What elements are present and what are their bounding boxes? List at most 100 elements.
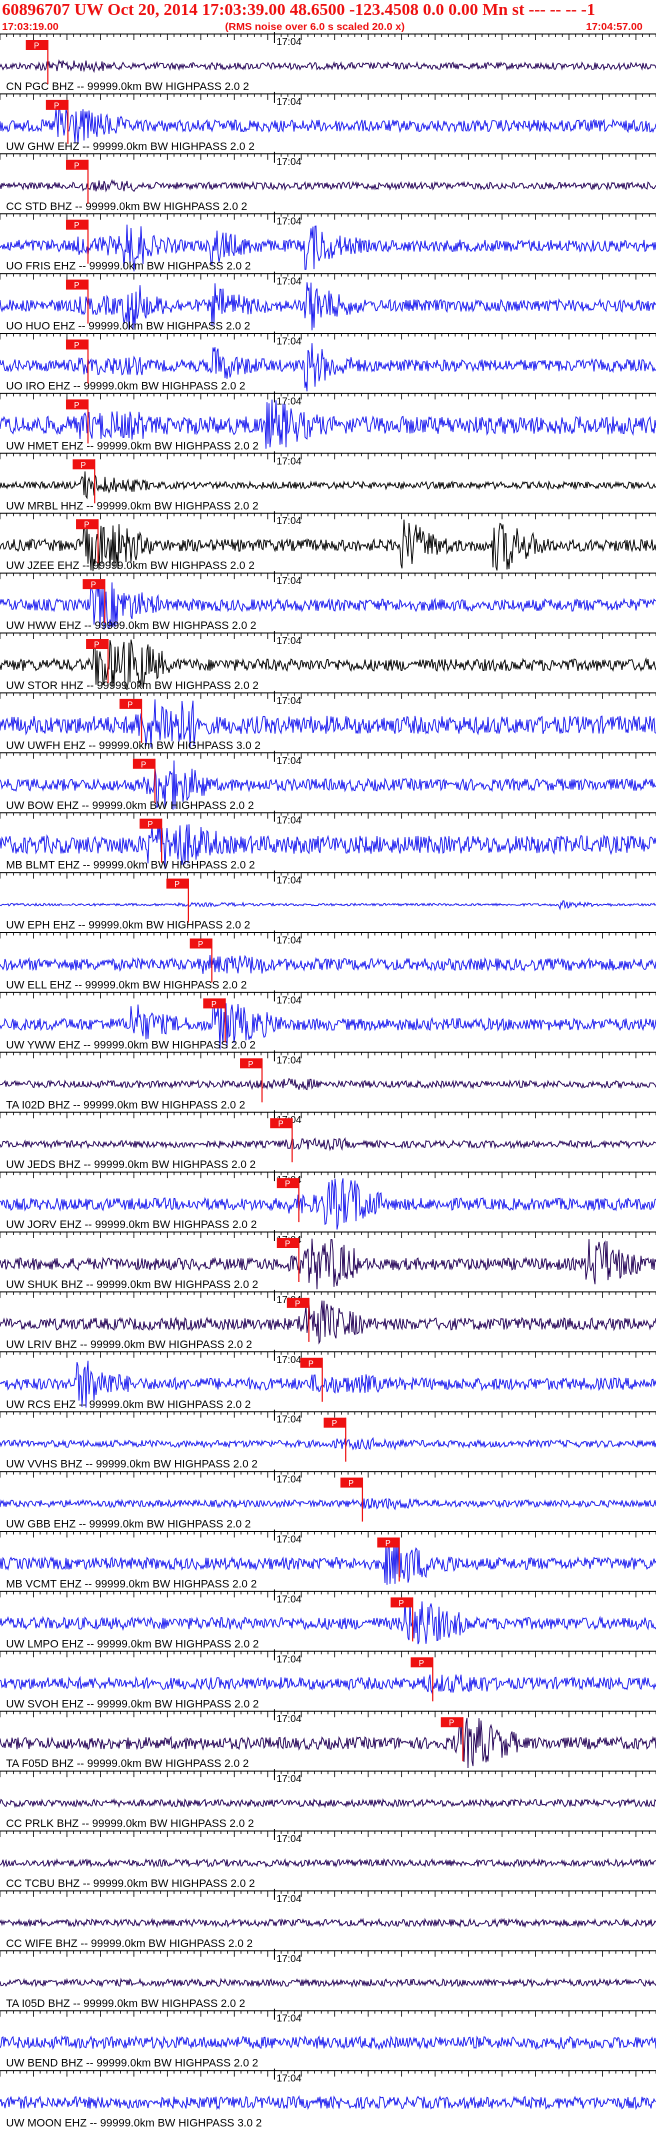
station-label: UW RCS EHZ -- 99999.0km BW HIGHPASS 2.0 … <box>6 1399 251 1411</box>
trace-row: 17:04 CC TCBU BHZ -- 99999.0km BW HIGHPAS… <box>0 1829 656 1890</box>
trace-row: 17:04UW JEDS BHZ -- 99999.0km BW HIGHPAS… <box>0 1110 656 1171</box>
minute-tick-label: 17:04 <box>276 37 301 48</box>
pick-label: P <box>34 42 39 51</box>
minute-tick-label: 17:04 <box>276 1055 301 1066</box>
minute-tick-label: 17:04 <box>276 1475 301 1486</box>
waveform <box>0 1497 656 1511</box>
trace-row: 17:04 UW EPH EHZ -- 99999.0km BW HIGHPASS… <box>0 870 656 932</box>
pick-label: P <box>348 1479 353 1488</box>
minute-tick-label: 17:04 <box>276 876 301 887</box>
trace-row: 17:04 UW BOW EHZ -- 99999.0km BW HIGHPASS… <box>0 750 656 812</box>
trace-row: 17:04 UO HUO EHZ -- 99999.0km BW HIGHPASS… <box>0 271 656 333</box>
pick-label: P <box>399 1599 404 1608</box>
pick-label: P <box>54 101 59 110</box>
station-label: CN PGC BHZ -- 99999.0km BW HIGHPASS 2.0 … <box>6 81 249 93</box>
trace-row: 17:04 CC WIFE BHZ -- 99999.0km BW HIGHPAS… <box>0 1888 656 1950</box>
trace-row: 17:04 UW MRBL HHZ -- 99999.0km BW HIGHPAS… <box>0 451 656 512</box>
waveform <box>0 954 656 974</box>
minute-tick-label: 17:04 <box>276 337 301 348</box>
waveform <box>0 1977 656 1988</box>
waveform <box>0 59 656 74</box>
station-label: UW EPH EHZ -- 99999.0km BW HIGHPASS 2.0 … <box>6 920 250 932</box>
station-label: UW GBB EHZ -- 99999.0km BW HIGHPASS 2.0 … <box>6 1519 251 1531</box>
station-label: UO IRO EHZ -- 99999.0km BW HIGHPASS 2.0 … <box>6 381 245 393</box>
minute-tick-label: 17:04 <box>276 816 301 827</box>
station-label: UW SHUK BHZ -- 99999.0km BW HIGHPASS 2.0… <box>6 1279 258 1291</box>
waveform <box>0 1917 656 1929</box>
waveform <box>0 1300 656 1345</box>
minute-tick-label: 17:04 <box>276 456 301 467</box>
trace-row: 17:04 UW HWW EHZ -- 99999.0km BW HIGHPASS… <box>0 571 656 632</box>
waveform <box>0 2035 656 2051</box>
waveform <box>0 1857 656 1869</box>
station-label: UW HMET EHZ -- 99999.0km BW HIGHPASS 2.0… <box>6 440 259 452</box>
trace-row: 17:04 UW VVHS BHZ -- 99999.0km BW HIGHPAS… <box>0 1409 656 1471</box>
trace-row: 17:04UW LRIV BHZ -- 99999.0km BW HIGHPAS… <box>0 1289 656 1351</box>
waveform <box>0 178 656 193</box>
waveform <box>0 1437 656 1451</box>
minute-tick-label: 17:04 <box>276 696 301 707</box>
station-label: CC PRLK BHZ -- 99999.0km BW HIGHPASS 2.0… <box>6 1818 254 1830</box>
station-label: UO FRIS EHZ -- 99999.0km BW HIGHPASS 2.0… <box>6 261 251 273</box>
waveform <box>0 900 656 911</box>
trace-row: 17:04 UW SVOH EHZ -- 99999.0km BW HIGHPAS… <box>0 1649 656 1710</box>
minute-tick-label: 17:04 <box>276 1834 301 1845</box>
station-label: UW LRIV BHZ -- 99999.0km BW HIGHPASS 2.0… <box>6 1339 252 1351</box>
pick-label: P <box>449 1719 454 1728</box>
seismogram-page: { "header": { "title": "60896707 UW Oct … <box>0 0 656 2138</box>
station-label: CC WIFE BHZ -- 99999.0km BW HIGHPASS 2.0… <box>6 1938 253 1950</box>
trace-row: 17:04 TA F05D BHZ -- 99999.0km BW HIGHPAS… <box>0 1709 656 1770</box>
station-label: UW MRBL HHZ -- 99999.0km BW HIGHPASS 2.0… <box>6 500 258 512</box>
trace-row: 17:04 UW RCS EHZ -- 99999.0km BW HIGHPASS… <box>0 1349 656 1411</box>
station-label: UW JORV EHZ -- 99999.0km BW HIGHPASS 2.0… <box>6 1219 257 1231</box>
waveform <box>0 2095 656 2111</box>
pick-label: P <box>285 1240 290 1249</box>
waveform <box>0 1674 656 1695</box>
trace-row: 17:04UW JORV EHZ -- 99999.0km BW HIGHPAS… <box>0 1170 656 1231</box>
station-label: UO HUO EHZ -- 99999.0km BW HIGHPASS 2.0 … <box>6 321 250 333</box>
pick-label: P <box>81 461 86 470</box>
pick-label: P <box>198 940 203 949</box>
pick-label: P <box>308 1359 313 1368</box>
minute-tick-label: 17:04 <box>276 1355 301 1366</box>
station-label: TA F05D BHZ -- 99999.0km BW HIGHPASS 2.0… <box>6 1758 249 1770</box>
trace-row: 17:04 TA I05D BHZ -- 99999.0km BW HIGHPAS… <box>0 1948 656 2010</box>
minute-tick-label: 17:04 <box>276 157 301 168</box>
station-label: UW JEDS BHZ -- 99999.0km BW HIGHPASS 2.0… <box>6 1159 256 1171</box>
waveform <box>0 1798 656 1809</box>
station-label: CC TCBU BHZ -- 99999.0km BW HIGHPASS 2.0… <box>6 1878 255 1890</box>
pick-label: P <box>74 401 79 410</box>
minute-tick-label: 17:04 <box>276 97 301 108</box>
minute-tick-label: 17:04 <box>276 756 301 767</box>
waveform <box>0 1077 656 1091</box>
pick-label: P <box>74 281 79 290</box>
station-label: UW MOON EHZ -- 99999.0km BW HIGHPASS 3.0… <box>6 2118 262 2130</box>
waveform <box>0 1598 656 1645</box>
trace-row: 17:04 TA I02D BHZ -- 99999.0km BW HIGHPAS… <box>0 1050 656 1111</box>
trace-row: 17:04 UO IRO EHZ -- 99999.0km BW HIGHPASS… <box>0 331 656 393</box>
pick-label: P <box>91 581 96 590</box>
pick-label: P <box>385 1539 390 1548</box>
minute-tick-label: 17:04 <box>276 1714 301 1725</box>
pick-label: P <box>128 700 133 709</box>
minute-tick-label: 17:04 <box>276 1594 301 1605</box>
pick-label: P <box>278 1120 283 1129</box>
minute-tick-label: 17:04 <box>276 936 301 947</box>
station-label: UW HWW EHZ -- 99999.0km BW HIGHPASS 2.0 … <box>6 620 256 632</box>
pick-label: P <box>74 161 79 170</box>
minute-tick-label: 17:04 <box>276 1535 301 1546</box>
trace-row: 17:04UW SHUK BHZ -- 99999.0km BW HIGHPAS… <box>0 1230 656 1291</box>
pick-label: P <box>148 820 153 829</box>
station-label: UW JZEE EHZ -- 99999.0km BW HIGHPASS 2.0… <box>6 560 255 572</box>
station-label: MB VCMT EHZ -- 99999.0km BW HIGHPASS 2.0… <box>6 1579 257 1591</box>
station-label: UW VVHS BHZ -- 99999.0km BW HIGHPASS 2.0… <box>6 1459 258 1471</box>
station-label: MB BLMT EHZ -- 99999.0km BW HIGHPASS 2.0… <box>6 860 255 872</box>
trace-row: 17:04 UW LMPO EHZ -- 99999.0km BW HIGHPAS… <box>0 1589 656 1650</box>
station-label: UW STOR HHZ -- 99999.0km BW HIGHPASS 2.0… <box>6 680 259 692</box>
trace-row: 17:04 CC PRLK BHZ -- 99999.0km BW HIGHPAS… <box>0 1769 656 1830</box>
trace-row: 17:04 CN PGC BHZ -- 99999.0km BW HIGHPASS… <box>0 32 656 93</box>
station-label: UW GHW EHZ -- 99999.0km BW HIGHPASS 2.0 … <box>6 141 255 153</box>
station-label: UW SVOH EHZ -- 99999.0km BW HIGHPASS 2.0… <box>6 1698 259 1710</box>
trace-row: 17:04 UW HMET EHZ -- 99999.0km BW HIGHPAS… <box>0 391 656 452</box>
minute-tick-label: 17:04 <box>276 576 301 587</box>
